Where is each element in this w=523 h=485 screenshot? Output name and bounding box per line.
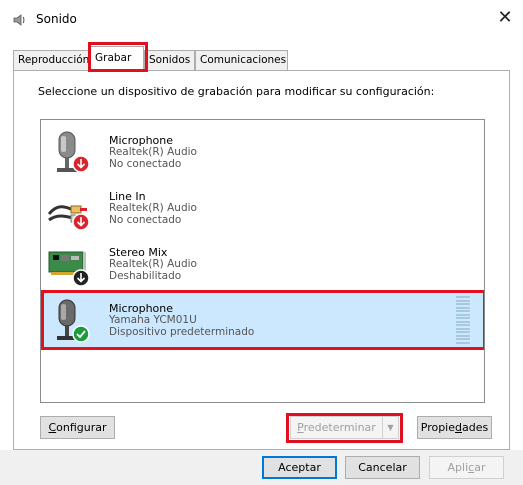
device-driver: Yamaha YCM01U [109, 314, 197, 326]
device-status: No conectado [109, 214, 182, 226]
microphone-icon [57, 131, 90, 173]
device-status: No conectado [109, 158, 182, 170]
device-status: Dispositivo predeterminado [109, 326, 255, 338]
tab-grabar[interactable]: Grabar [90, 46, 144, 71]
microphone-icon [57, 299, 90, 343]
default-check-badge [72, 325, 90, 343]
device-driver: Realtek(R) Audio [109, 202, 197, 214]
close-icon: ✕ [497, 7, 513, 28]
device-list[interactable]: Microphone Realtek(R) Audio No conectado… [40, 119, 485, 403]
level-meter [456, 296, 470, 344]
device-status: Deshabilitado [109, 270, 182, 282]
line-in-cable-icon [47, 205, 90, 231]
cancel-button[interactable]: Cancelar [345, 456, 420, 479]
tab-reproduccion[interactable]: Reproducción [13, 50, 90, 70]
instruction-text: Seleccione un dispositivo de grabación p… [38, 85, 435, 98]
device-driver: Realtek(R) Audio [109, 146, 197, 158]
sound-card-icon [48, 251, 90, 287]
speaker-icon [13, 14, 25, 26]
recording-panel: Seleccione un dispositivo de grabación p… [13, 70, 510, 450]
chevron-down-icon[interactable]: ▼ [382, 417, 398, 438]
set-default-button[interactable]: Predeterminar ▼ [290, 416, 399, 439]
apply-button[interactable]: Aplicar [429, 456, 504, 479]
tab-comunicaciones[interactable]: Comunicaciones [195, 50, 288, 70]
configure-button[interactable]: Configurar [40, 416, 115, 439]
list-item-selected[interactable]: Microphone Yamaha YCM01U Dispositivo pre… [41, 292, 484, 348]
list-item[interactable]: Microphone Realtek(R) Audio No conectado [41, 124, 484, 180]
list-item[interactable]: Stereo Mix Realtek(R) Audio Deshabilitad… [41, 236, 484, 292]
close-button[interactable]: ✕ [491, 4, 519, 32]
ok-button[interactable]: Aceptar [262, 456, 337, 479]
tab-sonidos[interactable]: Sonidos [144, 50, 195, 70]
properties-button[interactable]: Propiedades [417, 416, 492, 439]
title-bar: Sonido ✕ [0, 0, 523, 40]
list-item[interactable]: Line In Realtek(R) Audio No conectado [41, 180, 484, 236]
window-title: Sonido [36, 12, 77, 26]
device-driver: Realtek(R) Audio [109, 258, 197, 270]
